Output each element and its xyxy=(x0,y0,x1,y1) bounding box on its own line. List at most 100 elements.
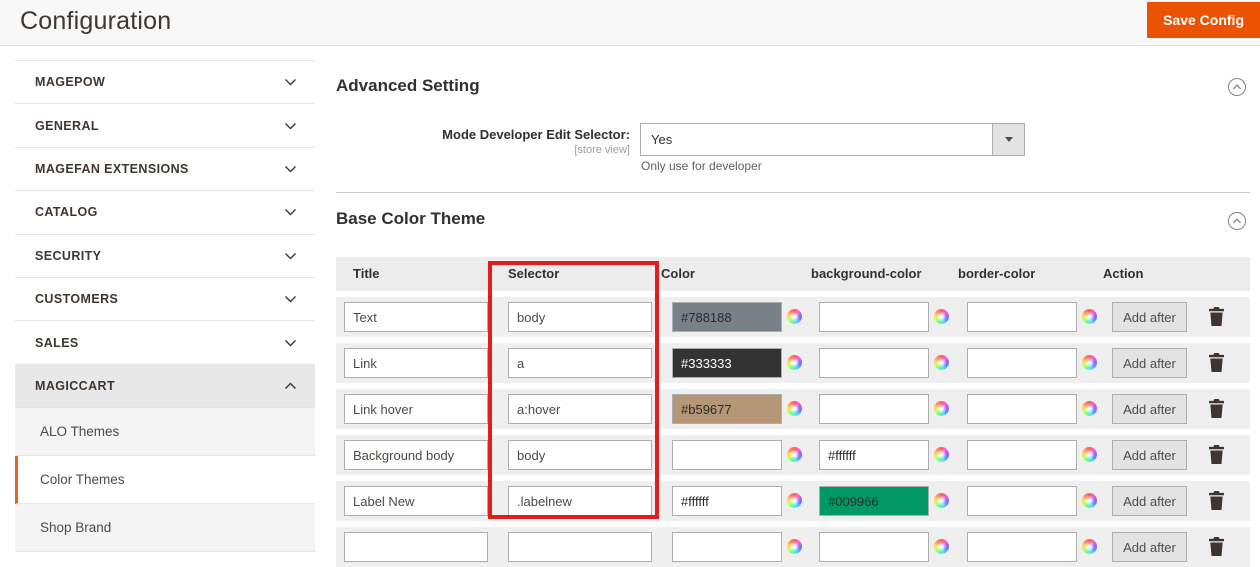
color-wheel-icon[interactable] xyxy=(787,539,802,554)
selector-input[interactable] xyxy=(508,532,652,562)
field-helper-text: Only use for developer xyxy=(641,159,762,173)
sidebar-subitem-shop-brand[interactable]: Shop Brand xyxy=(15,504,315,552)
add-after-button[interactable]: Add after xyxy=(1112,394,1187,424)
table-row: Add after xyxy=(336,343,1250,383)
color-wheel-icon[interactable] xyxy=(1082,447,1097,462)
sidebar-item-magepow[interactable]: MAGEPOW xyxy=(15,61,315,104)
trash-icon[interactable] xyxy=(1208,491,1225,515)
title-input[interactable] xyxy=(344,394,488,424)
col-border: border-color xyxy=(958,266,1035,281)
color-wheel-icon[interactable] xyxy=(934,539,949,554)
chevron-down-icon xyxy=(284,73,297,91)
table-row: Add after xyxy=(336,527,1250,567)
background-color-input[interactable] xyxy=(819,486,929,516)
sidebar-item-catalog[interactable]: CATALOG xyxy=(15,191,315,234)
color-wheel-icon[interactable] xyxy=(787,355,802,370)
select-value: Yes xyxy=(641,132,992,147)
selector-input[interactable] xyxy=(508,394,652,424)
sidebar-item-sales[interactable]: SALES xyxy=(15,321,315,364)
background-color-input[interactable] xyxy=(819,440,929,470)
title-input[interactable] xyxy=(344,302,488,332)
border-color-input[interactable] xyxy=(967,302,1077,332)
color-wheel-icon[interactable] xyxy=(934,447,949,462)
color-wheel-icon[interactable] xyxy=(787,309,802,324)
color-wheel-icon[interactable] xyxy=(934,401,949,416)
trash-icon[interactable] xyxy=(1208,399,1225,423)
border-color-input[interactable] xyxy=(967,486,1077,516)
sidebar-item-security[interactable]: SECURITY xyxy=(15,235,315,278)
save-config-button[interactable]: Save Config xyxy=(1147,2,1260,38)
mode-developer-field-label: Mode Developer Edit Selector: [store vie… xyxy=(336,127,630,156)
add-after-button[interactable]: Add after xyxy=(1112,348,1187,378)
top-bar: Configuration Save Config xyxy=(0,0,1260,46)
background-color-input[interactable] xyxy=(819,348,929,378)
base-color-theme-title: Base Color Theme xyxy=(336,209,485,229)
chevron-down-icon xyxy=(284,247,297,265)
border-color-input[interactable] xyxy=(967,394,1077,424)
selector-input[interactable] xyxy=(508,348,652,378)
config-sidebar: MAGEPOW GENERAL MAGEFAN EXTENSIONS CATAL… xyxy=(15,60,315,552)
color-input[interactable] xyxy=(672,394,782,424)
main-content: Advanced Setting Mode Developer Edit Sel… xyxy=(335,46,1260,533)
sidebar-item-magefan-extensions[interactable]: MAGEFAN EXTENSIONS xyxy=(15,148,315,191)
color-wheel-icon[interactable] xyxy=(934,309,949,324)
sidebar-item-general[interactable]: GENERAL xyxy=(15,104,315,147)
border-color-input[interactable] xyxy=(967,532,1077,562)
color-wheel-icon[interactable] xyxy=(787,447,802,462)
collapse-advanced-setting-icon[interactable] xyxy=(1227,77,1247,97)
collapse-base-color-theme-icon[interactable] xyxy=(1227,211,1247,231)
chevron-down-icon xyxy=(284,203,297,221)
add-after-button[interactable]: Add after xyxy=(1112,440,1187,470)
sidebar-item-magiccart[interactable]: MAGICCART xyxy=(15,365,315,408)
sidebar-item-customers[interactable]: CUSTOMERS xyxy=(15,278,315,321)
dropdown-arrow-icon[interactable] xyxy=(992,124,1024,155)
background-color-input[interactable] xyxy=(819,394,929,424)
selector-input[interactable] xyxy=(508,302,652,332)
color-wheel-icon[interactable] xyxy=(1082,355,1097,370)
selector-input[interactable] xyxy=(508,440,652,470)
color-wheel-icon[interactable] xyxy=(1082,539,1097,554)
color-wheel-icon[interactable] xyxy=(1082,309,1097,324)
title-input[interactable] xyxy=(344,486,488,516)
mode-developer-select[interactable]: Yes xyxy=(640,123,1025,156)
section-divider xyxy=(336,192,1250,193)
chevron-up-icon xyxy=(284,377,297,395)
background-color-input[interactable] xyxy=(819,532,929,562)
border-color-input[interactable] xyxy=(967,348,1077,378)
color-input[interactable] xyxy=(672,486,782,516)
chevron-down-icon xyxy=(284,160,297,178)
color-wheel-icon[interactable] xyxy=(1082,493,1097,508)
color-input[interactable] xyxy=(672,440,782,470)
col-action: Action xyxy=(1103,266,1143,281)
trash-icon[interactable] xyxy=(1208,307,1225,331)
color-wheel-icon[interactable] xyxy=(934,355,949,370)
background-color-input[interactable] xyxy=(819,302,929,332)
color-wheel-icon[interactable] xyxy=(787,401,802,416)
color-input[interactable] xyxy=(672,348,782,378)
color-wheel-icon[interactable] xyxy=(934,493,949,508)
title-input[interactable] xyxy=(344,440,488,470)
table-row: Add after xyxy=(336,435,1250,475)
trash-icon[interactable] xyxy=(1208,537,1225,561)
page-title: Configuration xyxy=(20,7,171,36)
selector-input[interactable] xyxy=(508,486,652,516)
add-after-button[interactable]: Add after xyxy=(1112,486,1187,516)
color-wheel-icon[interactable] xyxy=(1082,401,1097,416)
title-input[interactable] xyxy=(344,532,488,562)
color-input[interactable] xyxy=(672,302,782,332)
add-after-button[interactable]: Add after xyxy=(1112,532,1187,562)
sidebar-subitem-alo-themes[interactable]: ALO Themes xyxy=(15,408,315,456)
add-after-button[interactable]: Add after xyxy=(1112,302,1187,332)
table-row: Add after xyxy=(336,297,1250,337)
trash-icon[interactable] xyxy=(1208,353,1225,377)
col-selector: Selector xyxy=(508,266,559,281)
field-scope: [store view] xyxy=(336,144,630,156)
border-color-input[interactable] xyxy=(967,440,1077,470)
title-input[interactable] xyxy=(344,348,488,378)
table-header-row: Title Selector Color background-color bo… xyxy=(336,257,1250,291)
sidebar-subitem-color-themes[interactable]: Color Themes xyxy=(15,456,315,504)
chevron-down-icon xyxy=(284,334,297,352)
color-input[interactable] xyxy=(672,532,782,562)
color-wheel-icon[interactable] xyxy=(787,493,802,508)
trash-icon[interactable] xyxy=(1208,445,1225,469)
